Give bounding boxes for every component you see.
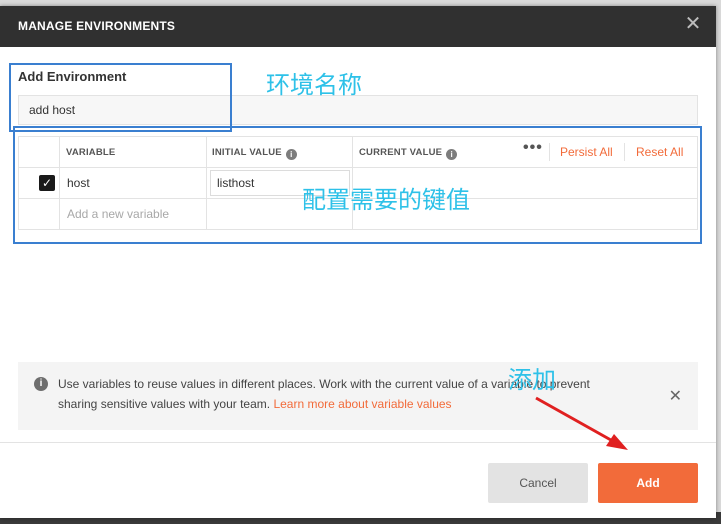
annotation-add: 添加 bbox=[508, 366, 556, 394]
footer-divider bbox=[0, 442, 716, 443]
annotation-environment-name: 环境名称 bbox=[266, 71, 362, 99]
info-icon: i bbox=[34, 377, 48, 391]
annotation-box-variables bbox=[13, 126, 702, 244]
annotation-box-environment bbox=[9, 63, 232, 132]
dialog-header: MANAGE ENVIRONMENTS ✕ bbox=[0, 6, 716, 47]
cancel-button[interactable]: Cancel bbox=[488, 463, 588, 503]
variables-info-notice: i Use variables to reuse values in diffe… bbox=[18, 362, 698, 430]
add-button[interactable]: Add bbox=[598, 463, 698, 503]
close-icon[interactable]: ✕ bbox=[684, 14, 702, 34]
annotation-key-values: 配置需要的键值 bbox=[302, 186, 470, 214]
dialog-title: MANAGE ENVIRONMENTS bbox=[18, 19, 176, 33]
close-icon[interactable]: ✕ bbox=[669, 386, 682, 406]
learn-more-link[interactable]: Learn more about variable values bbox=[273, 397, 451, 411]
